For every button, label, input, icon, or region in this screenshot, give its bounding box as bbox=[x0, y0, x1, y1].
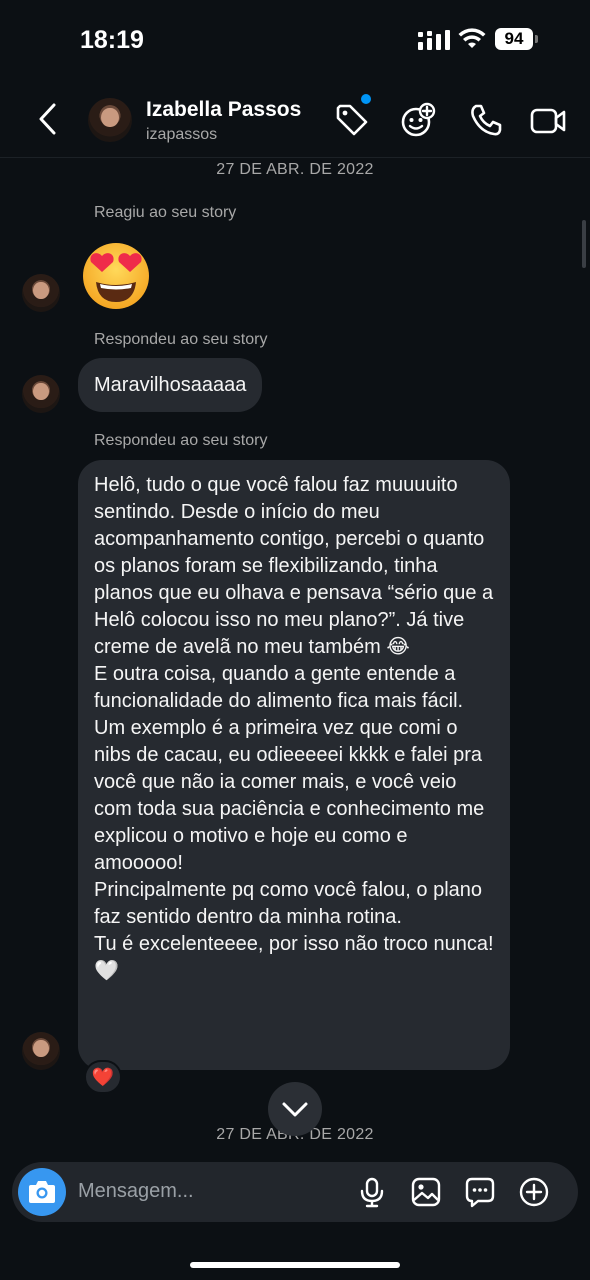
contact-avatar-small[interactable] bbox=[22, 274, 60, 312]
story-reply-label: Respondeu ao seu story bbox=[94, 331, 268, 348]
message-input[interactable]: Mensagem... bbox=[78, 1180, 194, 1203]
contact-avatar-small[interactable] bbox=[22, 1032, 60, 1070]
add-plus-icon[interactable] bbox=[518, 1176, 550, 1208]
home-indicator[interactable] bbox=[190, 1262, 400, 1268]
cellular-signal-icon bbox=[418, 30, 450, 50]
contact-avatar-small[interactable] bbox=[22, 375, 60, 413]
date-divider: 27 DE ABR. DE 2022 bbox=[216, 161, 374, 178]
sticker-chat-icon[interactable] bbox=[464, 1176, 496, 1208]
contact-avatar[interactable] bbox=[88, 98, 132, 142]
camera-button[interactable] bbox=[18, 1168, 66, 1216]
phone-call-icon[interactable] bbox=[468, 102, 504, 138]
gallery-icon[interactable] bbox=[410, 1176, 442, 1208]
video-chat-effects-icon[interactable] bbox=[400, 102, 436, 138]
battery-level: 94 bbox=[495, 28, 533, 50]
message-reaction[interactable]: ❤️ bbox=[84, 1060, 122, 1094]
contact-handle[interactable]: izapassos bbox=[146, 126, 217, 144]
wifi-icon bbox=[458, 28, 486, 48]
notification-dot bbox=[361, 94, 371, 104]
chevron-down-icon bbox=[282, 1102, 308, 1117]
message-bubble[interactable]: Helô, tudo o que você falou faz muuuuito… bbox=[78, 460, 510, 1070]
scroll-to-bottom-button[interactable] bbox=[268, 1082, 322, 1136]
microphone-icon[interactable] bbox=[356, 1176, 388, 1208]
status-bar: 18:19 94 bbox=[0, 0, 590, 80]
camera-icon bbox=[29, 1181, 55, 1203]
back-arrow-icon[interactable] bbox=[36, 102, 60, 136]
scrollbar[interactable] bbox=[582, 220, 586, 268]
message-composer: Mensagem... bbox=[12, 1162, 578, 1222]
heart-eyes-emoji[interactable] bbox=[80, 240, 152, 312]
video-call-icon[interactable] bbox=[530, 102, 566, 138]
story-reaction-label: Reagiu ao seu story bbox=[94, 204, 237, 221]
status-time: 18:19 bbox=[80, 26, 144, 54]
story-reply-label: Respondeu ao seu story bbox=[94, 432, 268, 449]
contact-name[interactable]: Izabella Passos bbox=[146, 98, 301, 122]
tag-icon[interactable] bbox=[334, 102, 370, 138]
message-bubble[interactable]: Maravilhosaaaaa bbox=[78, 358, 263, 412]
battery-icon: 94 bbox=[495, 28, 539, 50]
chat-header: Izabella Passos izapassos bbox=[0, 80, 590, 158]
